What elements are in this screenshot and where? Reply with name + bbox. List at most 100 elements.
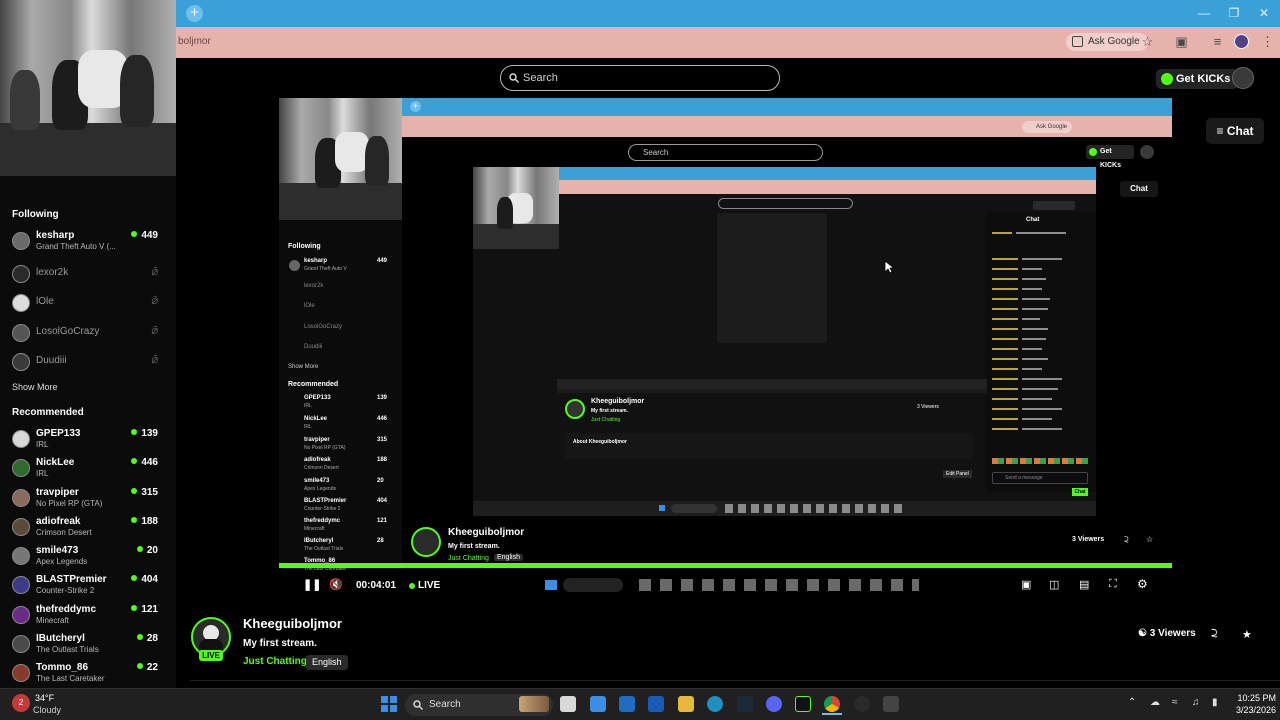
mute-button[interactable]: 🔇 — [329, 578, 343, 591]
extensions-icon[interactable]: ▣ — [1174, 34, 1189, 49]
follow-user-icon[interactable]: ★ — [1242, 628, 1252, 641]
sidebar-item-duudiii[interactable]: Duudiii ⦳ — [0, 349, 176, 377]
discord-icon[interactable] — [766, 696, 782, 712]
bookmark-star-icon[interactable]: ☆ — [1140, 34, 1155, 49]
deep-chat-input: Send a message — [992, 472, 1088, 484]
nested-viewer-count: 121 — [377, 518, 388, 524]
sidebar-item-kesharp[interactable]: kesharp Grand Theft Auto V (... 449 — [0, 228, 176, 256]
chat-toggle-button[interactable]: ≡ Chat — [1206, 118, 1264, 144]
deep-stream-category: Just Chatting — [591, 417, 621, 423]
video-progress-bar[interactable] — [279, 563, 1172, 568]
menu-kebab-icon[interactable]: ⋮ — [1260, 34, 1275, 49]
sidebar-item-nicklee[interactable]: NickLee IRL 446 — [0, 455, 176, 483]
nested-channel-name: IButcheryl — [304, 538, 334, 544]
close-button[interactable]: ✕ — [1256, 5, 1272, 21]
clock-time[interactable]: 10:25 PM — [1234, 693, 1276, 703]
channel-category: Grand Theft Auto V (... — [36, 242, 116, 251]
restore-button[interactable]: ❐ — [1226, 5, 1242, 21]
get-kicks-button[interactable]: Get KICKs — [1156, 69, 1239, 89]
windows-start-icon[interactable] — [381, 696, 397, 712]
fullscreen-button[interactable]: ⛶ — [1109, 578, 1117, 591]
copilot-icon[interactable] — [590, 696, 606, 712]
nested-viewer-count: 20 — [377, 478, 384, 484]
nested-chat-button: Chat — [1120, 181, 1158, 197]
channel-name: thefreddymc — [36, 604, 97, 615]
kick-app-icon[interactable] — [795, 696, 811, 712]
channel-category: The Last Caretaker — [36, 674, 105, 683]
weather-temp[interactable]: 34°F — [35, 693, 54, 703]
app-icon[interactable] — [883, 696, 899, 712]
tray-chevron-icon[interactable]: ⌃ — [1128, 697, 1136, 708]
ask-google-button[interactable]: Ask Google — [1066, 33, 1148, 51]
tray-cloud-icon[interactable]: ☁ — [1150, 697, 1160, 708]
sidebar-item-lole[interactable]: lOle ⦳ — [0, 290, 176, 318]
nested-channel-name: Duudiii — [304, 344, 323, 350]
avatar — [12, 265, 30, 283]
nested-ask-google-label: Ask Google — [1036, 124, 1068, 130]
obs-icon[interactable] — [854, 696, 870, 712]
new-tab-button[interactable]: + — [186, 5, 203, 22]
deep-address-bar — [473, 180, 1096, 194]
nested-recommended-heading: Recommended — [288, 381, 339, 388]
windows-taskbar — [0, 688, 1280, 720]
store-icon[interactable] — [619, 696, 635, 712]
streamer-name[interactable]: Kheeguiboljmor — [243, 616, 342, 631]
sidebar-item-ibutcheryl[interactable]: IButcheryl The Outlast Trials 28 — [0, 631, 176, 659]
wifi-icon[interactable]: ≈ — [1172, 697, 1178, 708]
nested-channel-category: Grand Theft Auto V — [304, 266, 347, 272]
channel-category: No Pixel RP (GTA) — [36, 499, 103, 508]
deep-streamer-name: Kheeguiboljmor — [591, 398, 645, 405]
search-input[interactable]: Search — [500, 65, 780, 91]
sidebar-item-travpiper[interactable]: travpiper No Pixel RP (GTA) 315 — [0, 485, 176, 513]
avatar — [12, 294, 30, 312]
minimize-button[interactable]: — — [1196, 5, 1212, 21]
steam-icon[interactable] — [737, 696, 753, 712]
file-explorer-icon[interactable] — [678, 696, 694, 712]
sidebar-item-lexor2k[interactable]: lexor2k ⦳ — [0, 261, 176, 289]
weather-alert-icon[interactable]: 2 — [12, 694, 30, 712]
deep-overlay-photo — [473, 167, 559, 249]
nested-channel-category: IRL — [304, 424, 312, 430]
deep-get-kicks — [1033, 201, 1075, 210]
clock-date[interactable]: 3/23/2026 — [1234, 705, 1276, 715]
sidebar-item-thefreddymc[interactable]: thefreddymc Minecraft 121 — [0, 602, 176, 630]
deep-edit-panel: Edit Panel — [943, 470, 972, 478]
nested-channel-category: Counter-Strike 2 — [304, 506, 341, 512]
pip-button[interactable]: ▤ — [1079, 578, 1089, 591]
sidebar-item-smile473[interactable]: smile473 Apex Legends 20 — [0, 543, 176, 571]
stream-category-link[interactable]: Just Chatting — [243, 656, 307, 667]
share-icon[interactable]: ⫈ — [1211, 628, 1217, 641]
viewer-number: 3 — [1149, 628, 1156, 639]
profile-avatar[interactable] — [1234, 34, 1249, 49]
sidebar-item-gpep133[interactable]: GPEP133 IRL 139 — [0, 426, 176, 454]
pause-button[interactable]: ❚❚ — [303, 578, 321, 591]
nested-channel-name: travpiper — [304, 437, 330, 443]
edge-icon[interactable] — [707, 696, 723, 712]
search-highlight-icon[interactable] — [519, 696, 549, 712]
stream-language-tag[interactable]: English — [306, 655, 348, 670]
sidebar-item-losolgocrazy[interactable]: LosolGoCrazy ⦳ — [0, 320, 176, 348]
volume-icon[interactable]: ♫ — [1192, 697, 1200, 708]
address-text[interactable]: boljmor — [178, 36, 211, 47]
show-more-link[interactable]: Show More — [12, 382, 58, 392]
deep-viewers: 3 Viewers — [917, 404, 939, 410]
chrome-icon[interactable] — [824, 696, 840, 712]
avatar — [12, 518, 30, 536]
task-view-icon[interactable] — [560, 696, 576, 712]
nested-viewer-count: 188 — [377, 457, 388, 463]
sidebar-item-blastpremier[interactable]: BLASTPremier Counter-Strike 2 404 — [0, 572, 176, 600]
nested-new-tab-icon: + — [410, 101, 421, 112]
clip-button[interactable]: ▣ — [1021, 578, 1031, 591]
sidebar-item-adiofreak[interactable]: adiofreak Crimson Desert 188 — [0, 514, 176, 542]
avatar — [12, 606, 30, 624]
settings-gear-icon[interactable]: ⚙ — [1137, 577, 1148, 591]
user-avatar[interactable] — [1232, 67, 1254, 89]
deep-stream-avatar — [565, 399, 585, 419]
sidebar-item-tommo86[interactable]: Tommo_86 The Last Caretaker 22 — [0, 660, 176, 688]
nested-viewer-count: 404 — [377, 498, 388, 504]
outlook-icon[interactable] — [648, 696, 664, 712]
media-controls-icon[interactable]: ≡ — [1210, 34, 1225, 49]
live-badge: LIVE — [199, 650, 223, 661]
battery-icon[interactable]: ▮ — [1212, 697, 1218, 708]
theater-button[interactable]: ◫ — [1049, 578, 1059, 591]
